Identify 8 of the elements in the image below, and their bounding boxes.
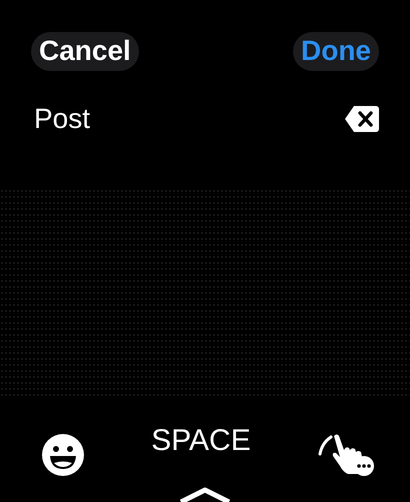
done-button[interactable]: Done <box>293 32 379 71</box>
smiley-icon[interactable] <box>42 434 84 476</box>
hand-pointer-icon[interactable] <box>318 432 376 476</box>
cancel-button[interactable]: Cancel <box>31 32 139 71</box>
delete-icon[interactable] <box>344 105 380 133</box>
input-text: Post <box>34 102 90 136</box>
space-key[interactable]: SPACE <box>151 424 251 458</box>
chevron-up-icon[interactable] <box>178 486 232 502</box>
